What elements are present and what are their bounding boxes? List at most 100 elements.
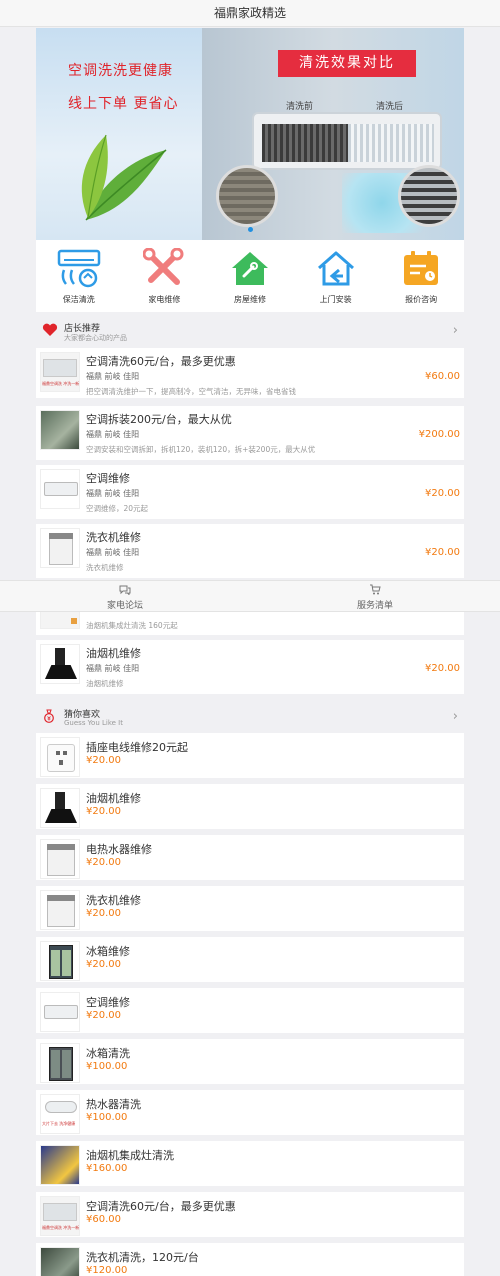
forum-icon (119, 585, 131, 595)
product-title: 洗衣机清洗，120元/台 (86, 1251, 199, 1264)
product-title: 冰箱维修 (86, 945, 130, 958)
product-thumbnail (40, 528, 80, 568)
product-thumbnail (40, 992, 80, 1032)
category-grid: 保洁清洗 家电维修 房屋维修 上门安装 报价咨询 (36, 240, 464, 312)
product-card[interactable]: 洗衣机维修 福鼎 前岐 佳阳 洗衣机维修 ¥20.00 (36, 524, 464, 578)
product-thumbnail (40, 890, 80, 930)
category-label: 家电维修 (148, 295, 181, 304)
product-card[interactable]: 洗衣机维修 ¥20.00 (36, 886, 464, 931)
section-subtitle: Guess You Like It (64, 719, 123, 727)
product-thumbnail (40, 839, 80, 879)
category-appliance-repair[interactable]: 家电维修 (122, 240, 208, 312)
ac-cleaning-icon (57, 249, 101, 288)
carousel-dot[interactable] (247, 227, 253, 232)
category-label: 房屋维修 (233, 295, 266, 304)
banner-right-panel: 清洗效果对比 清洗前 清洗后 (202, 28, 464, 240)
product-description: 油烟机维修 (86, 679, 124, 688)
product-title: 洗衣机维修 (86, 531, 141, 544)
product-card[interactable]: 电热水器维修 ¥20.00 (36, 835, 464, 880)
product-price: ¥60.00 (86, 1214, 121, 1225)
category-quote[interactable]: 报价咨询 (378, 240, 464, 312)
page-title: 福鼎家政精选 (213, 6, 286, 20)
money-bag-icon (44, 709, 54, 723)
page-header: 福鼎家政精选 (0, 0, 500, 27)
banner-subheadline: 线上下单 更省心 (68, 96, 179, 112)
product-thumbnail (40, 737, 80, 777)
product-card[interactable]: 冰箱维修 ¥20.00 (36, 937, 464, 982)
recommend-section-header[interactable]: 店长推荐 大家都会心动的产品 › (36, 314, 464, 348)
promo-banner[interactable]: 空调洗洗更健康 线上下单 更省心 清洗效果对比 清洗前 清洗后 (36, 28, 464, 240)
product-thumbnail (40, 1043, 80, 1083)
thumbnail-caption: 福鼎空调洗 冲洗一新 (42, 1225, 80, 1230)
category-label: 上门安装 (319, 295, 352, 304)
product-price: ¥20.00 (86, 908, 121, 919)
thumbnail-caption: 福鼎空调洗 冲洗一新 (42, 381, 80, 386)
product-card[interactable]: 油烟机维修 ¥20.00 (36, 784, 464, 829)
product-price: ¥60.00 (425, 371, 460, 382)
product-location: 福鼎 前岐 佳阳 (86, 372, 140, 381)
home-install-icon (317, 251, 354, 286)
tab-service-list[interactable]: 服务清单 (250, 581, 500, 611)
before-label: 清洗前 (286, 102, 314, 112)
product-location: 福鼎 前岐 佳阳 (86, 548, 140, 557)
product-description: 空调维修，20元起 (86, 504, 149, 513)
product-price: ¥160.00 (86, 1163, 128, 1174)
product-thumbnail (40, 788, 80, 828)
product-card[interactable]: 福鼎空调洗 冲洗一新 空调清洗60元/台，最多更优惠 ¥60.00 (36, 1192, 464, 1237)
product-title: 油烟机集成灶清洗 (86, 1149, 174, 1162)
product-card[interactable]: 洗衣机清洗，120元/台 ¥120.00 (36, 1243, 464, 1276)
product-price: ¥20.00 (86, 857, 121, 868)
product-price: ¥20.00 (86, 959, 121, 970)
category-house-repair[interactable]: 房屋维修 (207, 240, 293, 312)
category-install[interactable]: 上门安装 (293, 240, 379, 312)
product-location: 福鼎 前岐 佳阳 (86, 489, 140, 498)
product-card[interactable]: 油烟机集成灶清洗 ¥160.00 (36, 1141, 464, 1186)
tab-label: 家电论坛 (106, 601, 143, 611)
repair-tools-icon (143, 248, 184, 285)
product-description: 油烟机集成灶清洗 160元起 (86, 621, 178, 630)
product-title: 油烟机维修 (86, 647, 141, 660)
product-card[interactable]: 空调维修 福鼎 前岐 佳阳 空调维修，20元起 ¥20.00 (36, 465, 464, 519)
thumbnail-caption: 大片下去 洗净健康 (42, 1121, 76, 1126)
product-title: 油烟机维修 (86, 792, 141, 805)
product-title: 空调清洗60元/台，最多更优惠 (86, 1200, 236, 1213)
clean-filter-image (348, 124, 434, 162)
banner-left-panel: 空调洗洗更健康 线上下单 更省心 (36, 28, 202, 240)
product-thumbnail: 大片下去 洗净健康 (40, 1094, 80, 1134)
product-title: 电热水器维修 (86, 843, 152, 856)
product-card[interactable]: 福鼎空调洗 冲洗一新 空调清洗60元/台，最多更优惠 福鼎 前岐 佳阳 把空调清… (36, 348, 464, 398)
product-thumbnail (40, 1247, 80, 1276)
tab-label: 服务清单 (356, 601, 393, 611)
product-location: 福鼎 前岐 佳阳 (86, 664, 140, 673)
product-thumbnail: 福鼎空调洗 冲洗一新 (40, 1196, 80, 1236)
product-price: ¥20.00 (86, 1010, 121, 1021)
product-title: 空调维修 (86, 996, 130, 1009)
product-title: 空调清洗60元/台，最多更优惠 (86, 355, 236, 368)
heart-icon (42, 323, 58, 336)
carousel-dots (36, 227, 464, 232)
product-card[interactable]: 空调维修 ¥20.00 (36, 988, 464, 1033)
product-card[interactable]: 油烟机维修 福鼎 前岐 佳阳 油烟机维修 ¥20.00 (36, 640, 464, 694)
product-description: 洗衣机维修 (86, 563, 124, 572)
product-price: ¥100.00 (86, 1112, 128, 1123)
guess-section-header[interactable]: 猜你喜欢 Guess You Like It › (36, 700, 464, 732)
product-price: ¥20.00 (425, 488, 460, 499)
product-price: ¥100.00 (86, 1061, 128, 1072)
house-repair-icon (231, 252, 268, 285)
calendar-quote-icon (404, 251, 439, 285)
after-label: 清洗后 (376, 102, 404, 112)
dirty-closeup-image (216, 165, 278, 227)
product-card[interactable]: 大片下去 洗净健康 热水器清洗 ¥100.00 (36, 1090, 464, 1135)
chevron-right-icon: › (452, 323, 458, 338)
product-description: 把空调清洗维护一下，提高制冷，空气清洁，无异味，省电省钱 (86, 387, 296, 396)
product-price: ¥200.00 (418, 429, 460, 440)
product-card[interactable]: 冰箱清洗 ¥100.00 (36, 1039, 464, 1084)
product-thumbnail: 福鼎空调洗 冲洗一新 (40, 352, 80, 392)
category-label: 报价咨询 (405, 295, 438, 304)
product-price: ¥20.00 (425, 663, 460, 674)
product-thumbnail (40, 469, 80, 509)
product-card[interactable]: 插座电线维修20元起 ¥20.00 (36, 733, 464, 778)
tab-forum[interactable]: 家电论坛 (0, 581, 250, 611)
product-card[interactable]: 空调拆装200元/台，最大从优 福鼎 前岐 佳阳 空调安装和空调拆卸，拆机120… (36, 406, 464, 460)
category-cleaning[interactable]: 保洁清洗 (36, 240, 122, 312)
